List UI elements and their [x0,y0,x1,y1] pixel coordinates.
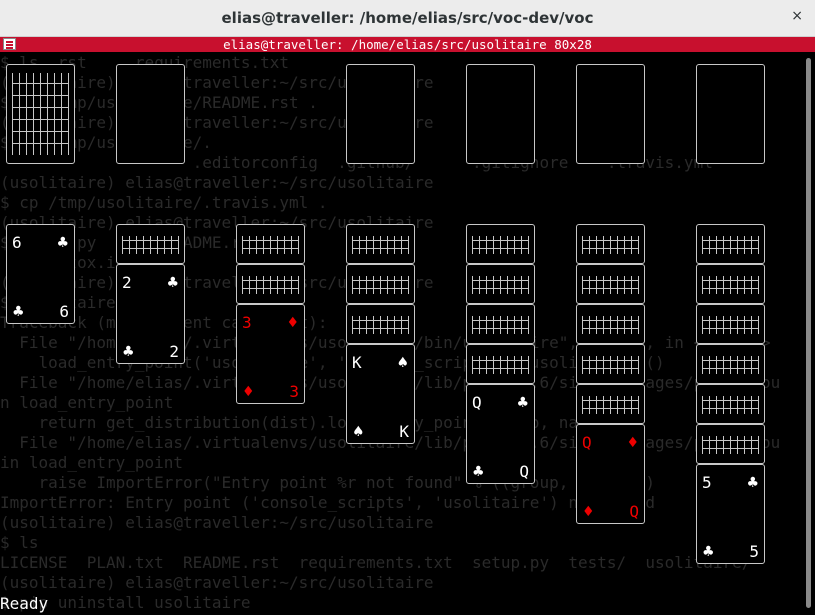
close-icon[interactable]: × [791,8,803,24]
face-down-card[interactable] [466,304,535,344]
card-suit-icon: ♦ [242,384,255,400]
tableau-card[interactable]: 6 ♣ ♣ 6 [6,224,75,324]
card-suit-icon: ♣ [12,304,25,320]
terminal-line: (usolitaire) elias@traveller:~/src/usoli… [0,173,434,192]
face-down-card[interactable] [236,264,305,304]
scrollbar-thumb[interactable] [806,58,811,608]
face-down-card[interactable] [346,264,415,304]
face-down-card[interactable] [576,304,645,344]
card-rank: 6 [59,302,69,321]
face-down-card[interactable] [466,344,535,384]
terminal-title: elias@traveller: /home/elias/src/usolita… [223,37,592,52]
scrollbar[interactable] [803,53,815,615]
terminal-area[interactable]: $ ls rst requirements.txt (usolitaire) e… [0,53,803,615]
face-down-card[interactable] [576,264,645,304]
card-suit-icon: ♠ [396,355,409,371]
card-rank: Q [519,462,529,481]
face-down-card[interactable] [466,264,535,304]
card-rank: Q [629,502,639,521]
card-rank: 2 [122,273,132,292]
face-down-card[interactable] [696,424,765,464]
terminal-line: load_entry_point('usolitaire', 'console_… [0,353,665,372]
card-suit-icon: ♣ [746,475,759,491]
tableau-card[interactable]: 3 ♦ ♦ 3 [236,304,305,404]
face-down-card[interactable] [696,264,765,304]
face-down-card[interactable] [346,224,415,264]
card-suit-icon: ♣ [122,344,135,360]
card-rank: 3 [242,313,252,332]
card-rank: 5 [749,542,759,561]
card-rank: 3 [289,382,299,401]
terminal-line: (usolitaire) elias@traveller:~/src/usoli… [0,513,434,532]
face-down-card[interactable] [116,224,185,264]
terminal-line: $ cp /tmp/usolitaire/.travis.yml . [0,193,328,212]
card-suit-icon: ♦ [626,435,639,451]
face-down-card[interactable] [576,384,645,424]
card-rank: 6 [12,233,22,252]
face-down-card[interactable] [696,344,765,384]
waste-pile[interactable] [116,64,185,164]
tableau-card[interactable]: 5 ♣ ♣ 5 [696,464,765,564]
terminal-line: LICENSE PLAN.txt README.rst requirements… [0,553,752,572]
card-suit-icon: ♣ [56,235,69,251]
status-text: Ready [0,594,49,613]
terminal-line: in load_entry_point [0,453,184,472]
card-rank: K [399,422,409,441]
face-down-card[interactable] [466,224,535,264]
card-suit-icon: ♦ [582,504,595,520]
card-suit-icon: ♣ [516,395,529,411]
foundation-pile-2[interactable] [466,64,535,164]
face-down-card[interactable] [576,344,645,384]
foundation-pile-1[interactable] [346,64,415,164]
card-rank: Q [472,393,482,412]
foundation-pile-4[interactable] [696,64,765,164]
card-rank: 2 [169,342,179,361]
tableau-card[interactable]: 2 ♣ ♣ 2 [116,264,185,364]
window-titlebar: elias@traveller: /home/elias/src/voc-dev… [0,0,815,37]
tableau-card[interactable]: Q ♣ ♣ Q [466,384,535,484]
tableau-card[interactable]: Q ♦ ♦ Q [576,424,645,524]
terminal-titlebar: elias@traveller: /home/elias/src/usolita… [0,37,815,52]
face-down-card[interactable] [696,304,765,344]
terminal-line: n load_entry_point [0,393,174,412]
card-suit-icon: ♦ [286,315,299,331]
card-rank: 5 [702,473,712,492]
card-rank: K [352,353,362,372]
card-suit-icon: ♠ [352,424,365,440]
card-suit-icon: ♣ [472,464,485,480]
window-title: elias@traveller: /home/elias/src/voc-dev… [221,9,594,27]
terminal-line: raise ImportError("Entry point %r not fo… [0,473,656,492]
card-rank: Q [582,433,592,452]
stock-pile[interactable] [6,64,75,164]
tableau-card[interactable]: K ♠ ♠ K [346,344,415,444]
face-down-card[interactable] [576,224,645,264]
terminal-line: ImportError: Entry point ('console_scrip… [0,493,656,512]
foundation-pile-3[interactable] [576,64,645,164]
terminal-line: $ ls [0,533,39,552]
terminal-line: (usolitaire) elias@traveller:~/src/usoli… [0,573,434,592]
face-down-card[interactable] [696,384,765,424]
face-down-card[interactable] [696,224,765,264]
face-down-card[interactable] [346,304,415,344]
face-down-card[interactable] [236,224,305,264]
card-suit-icon: ♣ [166,275,179,291]
card-suit-icon: ♣ [702,544,715,560]
